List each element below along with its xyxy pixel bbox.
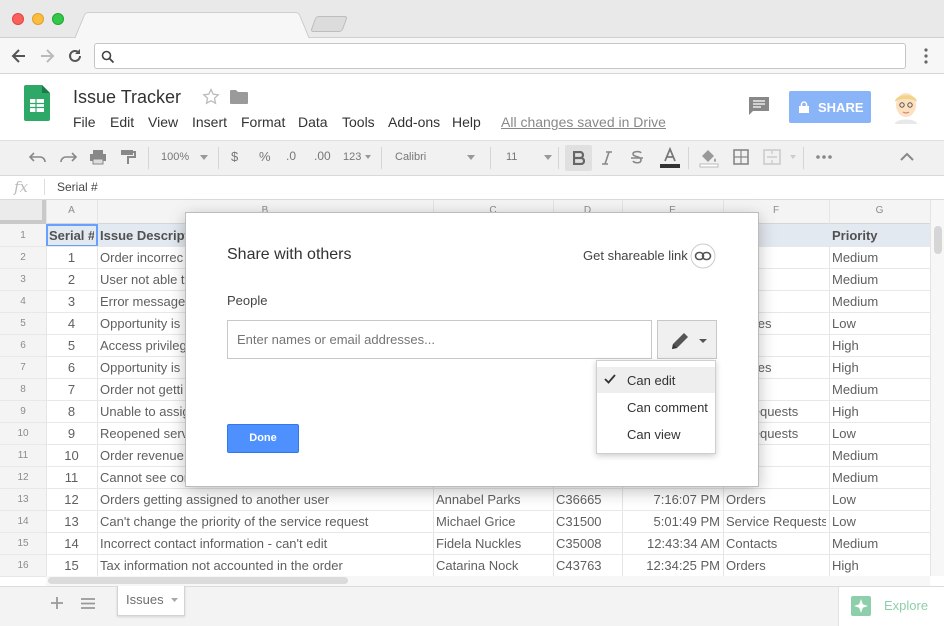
chevron-down-icon (467, 155, 475, 160)
toolbar-separator (803, 147, 804, 169)
paint-format-icon[interactable] (120, 149, 136, 165)
toolbar-separator (218, 147, 219, 169)
shareable-link-button[interactable]: Get shareable link (583, 248, 688, 263)
percent-format-button[interactable]: % (259, 149, 271, 164)
chevron-down-icon (365, 155, 371, 159)
arrow-right-icon[interactable] (38, 47, 56, 65)
maximize-window-button[interactable] (52, 13, 64, 25)
toolbar-separator (558, 147, 559, 169)
menu-file[interactable]: File (73, 114, 96, 130)
share-button[interactable]: SHARE (789, 91, 871, 123)
increase-decimal-button[interactable]: .00 (314, 149, 331, 163)
toolbar-separator (148, 147, 149, 169)
new-tab-button[interactable] (310, 16, 348, 32)
permission-dropdown-button[interactable] (657, 320, 717, 359)
toolbar-separator (381, 147, 382, 169)
folder-icon[interactable] (230, 89, 248, 104)
undo-icon[interactable] (29, 150, 47, 164)
chevron-down-icon (699, 339, 707, 343)
zoom-select[interactable]: 100% (161, 151, 189, 163)
borders-icon[interactable] (733, 149, 749, 165)
browser-tab-active[interactable] (74, 12, 310, 39)
permission-label: Can edit (627, 373, 676, 388)
menu-format[interactable]: Format (241, 114, 285, 130)
permission-label: Can view (627, 427, 681, 442)
permission-option-can-view[interactable]: Can view (597, 421, 715, 447)
people-label: People (227, 293, 268, 308)
arrow-left-icon[interactable] (10, 47, 28, 65)
menu-edit[interactable]: Edit (110, 114, 134, 130)
permission-menu: Can edit Can comment Can view (596, 360, 716, 454)
sheets-logo-icon[interactable] (24, 85, 50, 121)
decrease-decimal-button[interactable]: .0 (286, 149, 296, 163)
user-avatar[interactable] (889, 88, 923, 124)
chevron-down-icon (200, 155, 208, 160)
menu-addons[interactable]: Add-ons (388, 114, 440, 130)
formula-input[interactable]: Serial # (57, 180, 98, 194)
more-horizontal-icon[interactable] (816, 154, 832, 160)
menu-help[interactable]: Help (452, 114, 481, 130)
toolbar-separator (688, 147, 689, 169)
formula-bar (0, 176, 944, 200)
reload-icon[interactable] (66, 47, 84, 65)
document-title[interactable]: Issue Tracker (73, 87, 181, 108)
menu-tools[interactable]: Tools (342, 114, 375, 130)
chevron-down-icon (790, 155, 796, 159)
share-button-label: SHARE (818, 100, 864, 115)
formula-separator (44, 179, 45, 195)
lock-icon (799, 101, 809, 113)
comments-icon[interactable] (748, 96, 770, 116)
link-icon[interactable] (690, 243, 716, 269)
done-button[interactable]: Done (227, 424, 299, 453)
bold-icon (573, 151, 585, 165)
strikethrough-icon[interactable] (630, 150, 644, 165)
people-input[interactable] (227, 320, 652, 359)
chevron-down-icon (544, 155, 552, 160)
fill-color-icon[interactable] (699, 148, 719, 168)
merge-cells-icon[interactable] (763, 149, 781, 165)
permission-option-can-comment[interactable]: Can comment (597, 394, 715, 420)
more-vertical-icon[interactable] (920, 46, 932, 66)
more-formats-button[interactable]: 123 (343, 151, 361, 163)
chevron-up-icon[interactable] (900, 152, 914, 161)
minimize-window-button[interactable] (32, 13, 44, 25)
search-icon (101, 50, 115, 64)
font-size-select[interactable]: 11 (506, 151, 517, 163)
redo-icon[interactable] (59, 150, 77, 164)
pencil-icon (672, 333, 688, 349)
checkmark-icon (604, 374, 616, 384)
toolbar-separator (490, 147, 491, 169)
permission-option-can-edit[interactable]: Can edit (597, 367, 715, 393)
text-color-icon[interactable] (659, 147, 681, 169)
bold-button[interactable] (565, 145, 592, 171)
star-icon[interactable] (202, 88, 220, 106)
dialog-title: Share with others (227, 246, 352, 263)
italic-icon[interactable] (601, 151, 613, 165)
permission-label: Can comment (627, 400, 708, 415)
print-icon[interactable] (89, 149, 107, 165)
menu-insert[interactable]: Insert (192, 114, 227, 130)
menu-view[interactable]: View (148, 114, 178, 130)
save-status-link[interactable]: All changes saved in Drive (501, 114, 666, 130)
close-window-button[interactable] (12, 13, 24, 25)
font-select[interactable]: Calibri (395, 151, 426, 163)
address-bar[interactable] (94, 43, 906, 69)
fx-icon: fx (14, 178, 29, 196)
menu-data[interactable]: Data (298, 114, 328, 130)
currency-format-button[interactable]: $ (231, 149, 238, 164)
